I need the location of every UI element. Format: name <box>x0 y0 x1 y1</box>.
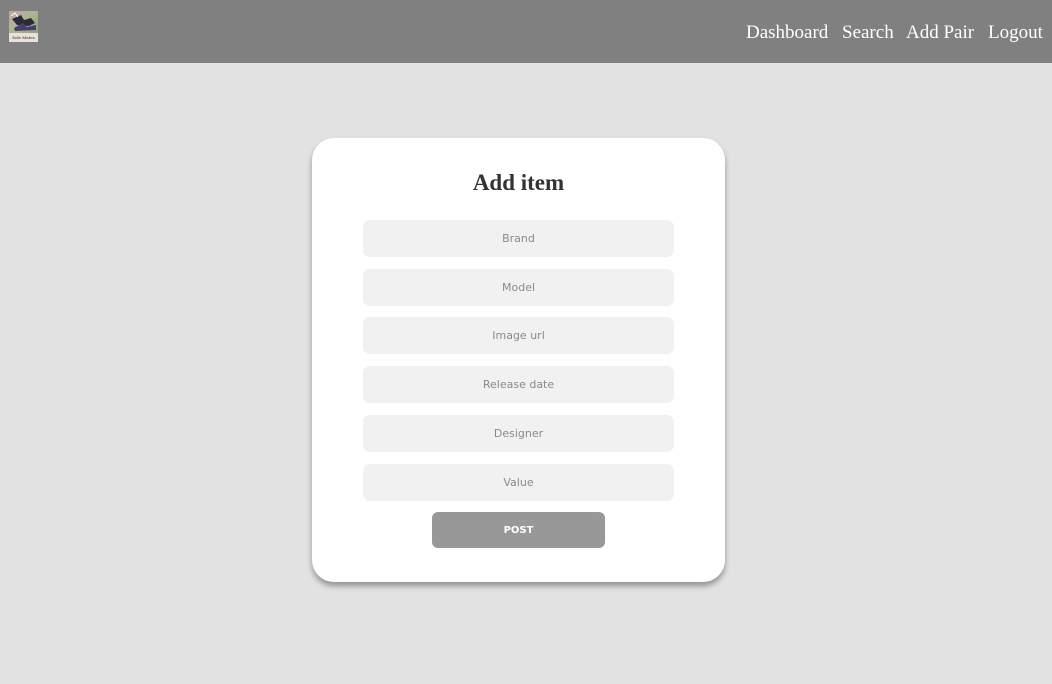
designer-input[interactable] <box>363 415 674 452</box>
post-button[interactable]: POST <box>432 512 605 548</box>
model-input[interactable] <box>363 269 674 306</box>
navbar: Sole Mates Dashboard Search Add Pair Log… <box>0 0 1052 63</box>
nav-link-logout[interactable]: Logout <box>988 22 1043 44</box>
form-title: Add item <box>472 170 565 195</box>
release-date-input[interactable] <box>363 366 674 403</box>
value-input[interactable] <box>363 464 674 501</box>
nav-link-dashboard[interactable]: Dashboard <box>746 22 828 44</box>
nav-link-add-pair[interactable]: Add Pair <box>906 22 974 44</box>
add-item-card: Add item POST <box>312 138 725 582</box>
image-url-input[interactable] <box>363 317 674 354</box>
brand-input[interactable] <box>363 220 674 257</box>
nav-link-search[interactable]: Search <box>842 22 894 44</box>
nav-links: Dashboard Search Add Pair Logout <box>0 22 1052 48</box>
